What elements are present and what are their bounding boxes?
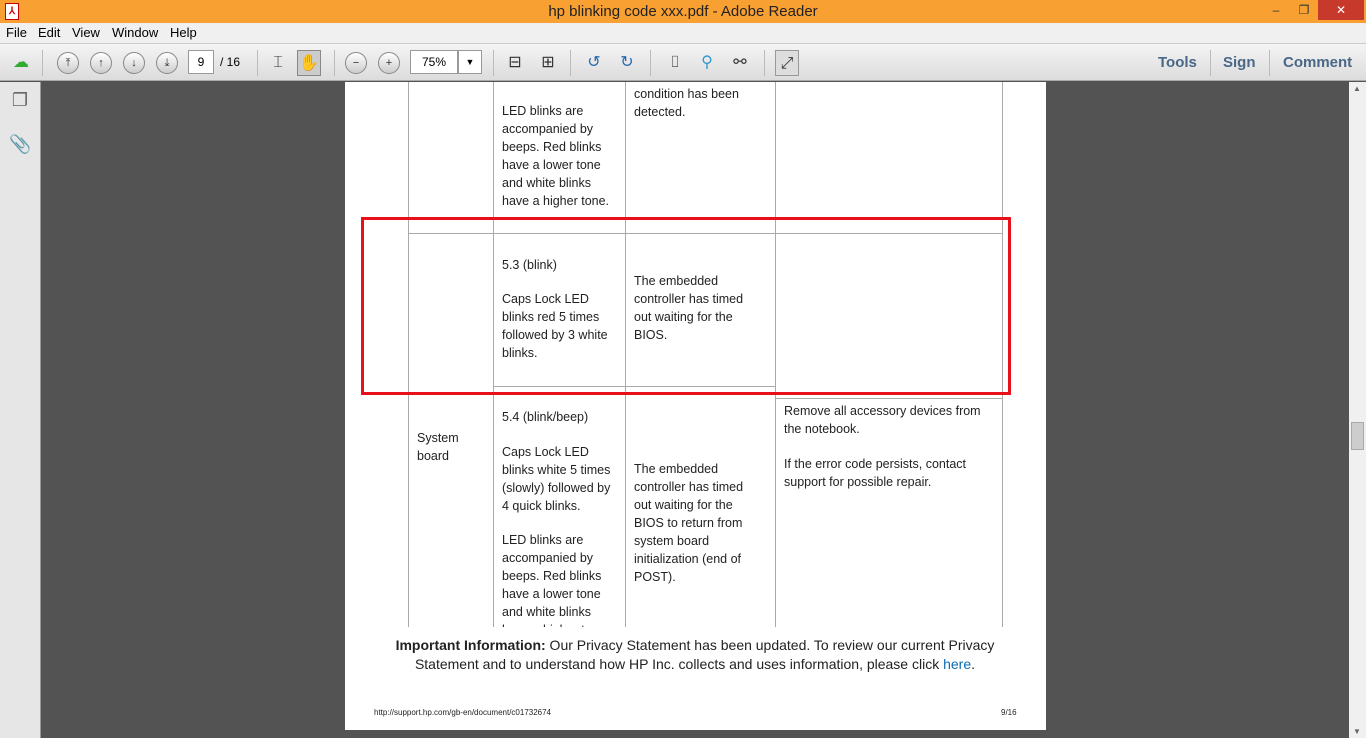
window-title: hp blinking code xxx.pdf - Adobe Reader (548, 3, 818, 20)
menu-bar: File Edit View Window Help (0, 23, 1366, 43)
rotate-clockwise-icon[interactable]: ↻ (615, 50, 639, 76)
toolbar: ☁ ⤒ ↑ ↓ ⤓ 9 / 16 ⌶ ✋ − + 75% ▼ ⊟ ⊞ ↺ ↻ ⌷… (0, 43, 1366, 81)
zoom-level-input[interactable]: 75% (410, 50, 458, 74)
code-5-4-blink-beeps: LED blinks are accompanied by beeps. Red… (502, 533, 609, 627)
search-binoculars-icon[interactable]: ⚯ (728, 50, 752, 76)
pdf-page: LED blinks are accompanied by beeps. Red… (345, 82, 1046, 730)
title-bar: ⅄ hp blinking code xxx.pdf - Adobe Reade… (0, 0, 1366, 23)
prev-meaning: condition has been detected. (634, 87, 739, 119)
page-number-input[interactable]: 9 (188, 50, 214, 74)
fit-page-icon[interactable]: ⊞ (536, 50, 560, 76)
minimize-button[interactable]: ‒ (1262, 0, 1290, 20)
notice-here-link[interactable]: here (943, 656, 971, 672)
privacy-notice: Important Information: Our Privacy State… (385, 636, 1005, 674)
comment-button[interactable]: Comment (1283, 54, 1352, 71)
zoom-dropdown-chevron-icon[interactable]: ▼ (458, 50, 482, 74)
first-page-button[interactable]: ⤒ (57, 52, 79, 74)
code-5-4-meaning: The embedded controller has timed out wa… (634, 462, 744, 584)
menu-window[interactable]: Window (112, 25, 158, 40)
snapshot-camera-icon[interactable]: ⌷ (663, 50, 687, 76)
scroll-up-icon[interactable]: ▲ (1353, 84, 1361, 93)
sign-button[interactable]: Sign (1223, 54, 1256, 71)
menu-file[interactable]: File (6, 25, 27, 40)
full-screen-icon[interactable]: ⤢ (775, 50, 799, 76)
fit-width-icon[interactable]: ⊟ (503, 50, 527, 76)
last-page-button[interactable]: ⤓ (156, 52, 178, 74)
notice-end: . (971, 656, 976, 672)
notice-bold: Important Information: (395, 637, 546, 653)
code-5-4: 5.4 (blink/beep) (502, 410, 589, 424)
hand-tool-icon[interactable]: ✋ (297, 50, 321, 76)
footer-page: 9/16 (1001, 708, 1017, 717)
restore-button[interactable]: ❐ (1290, 0, 1318, 20)
close-button[interactable]: ✕ (1318, 0, 1364, 20)
zoom-out-button[interactable]: − (345, 52, 367, 74)
navigation-pane: ❐ 📎 (0, 82, 41, 738)
vertical-scrollbar[interactable]: ▲ ▼ (1349, 82, 1366, 738)
previous-page-button[interactable]: ↑ (90, 52, 112, 74)
page-total: / 16 (220, 55, 241, 69)
cloud-upload-icon[interactable]: ☁ (9, 50, 33, 76)
action-remove-devices: Remove all accessory devices from the no… (784, 404, 981, 436)
action-contact-support: If the error code persists, contact supp… (784, 457, 967, 489)
menu-edit[interactable]: Edit (38, 25, 60, 40)
scroll-down-icon[interactable]: ▼ (1353, 727, 1361, 736)
pages-panel-icon[interactable]: ❐ (9, 90, 31, 112)
component-system-board: System board (417, 431, 459, 463)
prev-blink-description: LED blinks are accompanied by beeps. Red… (502, 104, 610, 208)
tools-button[interactable]: Tools (1158, 54, 1197, 71)
scrollbar-thumb[interactable] (1351, 422, 1364, 450)
find-magnifier-icon[interactable]: ⚲ (695, 50, 719, 76)
code-5-4-blink: Caps Lock LED blinks white 5 times (slow… (502, 445, 611, 513)
footer-url: http://support.hp.com/gb-en/document/c01… (374, 708, 552, 717)
zoom-in-button[interactable]: + (378, 52, 400, 74)
menu-view[interactable]: View (72, 25, 100, 40)
highlight-rectangle (361, 217, 1011, 395)
adobe-reader-logo-icon: ⅄ (5, 3, 19, 20)
select-tool-icon[interactable]: ⌶ (266, 50, 290, 76)
rotate-counterclockwise-icon[interactable]: ↺ (582, 50, 606, 76)
menu-help[interactable]: Help (170, 25, 197, 40)
next-page-button[interactable]: ↓ (123, 52, 145, 74)
attachments-paperclip-icon[interactable]: 📎 (9, 134, 31, 156)
